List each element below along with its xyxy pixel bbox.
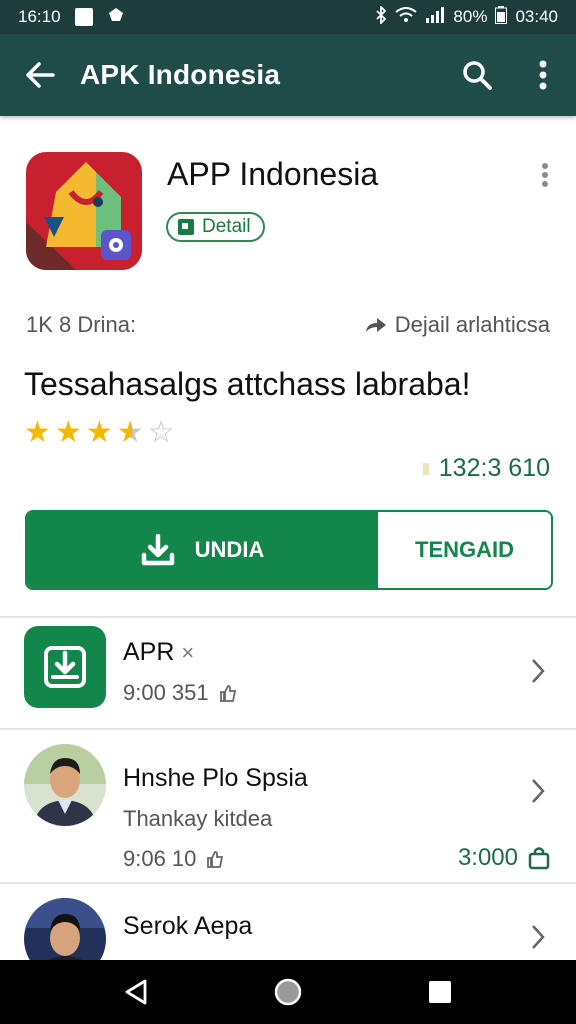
nav-back-button[interactable] xyxy=(106,962,166,1022)
app-bar-title: APK Indonesia xyxy=(80,59,281,90)
star-empty-icon: ☆ xyxy=(147,416,175,449)
system-nav-bar xyxy=(0,960,576,1024)
app-logo-icon xyxy=(26,152,142,270)
chevron-right-icon[interactable] xyxy=(526,656,550,686)
star-rating: ★ ★ ★ ★ ☆ xyxy=(24,418,175,448)
wifi-icon xyxy=(395,6,418,28)
list-item[interactable]: Serok Aepa xyxy=(0,884,576,966)
star-full-icon: ★ xyxy=(54,416,82,449)
list-item-meta-text: 9:00 351 xyxy=(123,680,209,705)
app-bar: APK Indonesia xyxy=(0,34,576,116)
detail-chip[interactable]: Detail xyxy=(166,212,265,242)
chevron-right-icon[interactable] xyxy=(526,922,550,952)
thumbs-up-icon xyxy=(207,851,224,868)
search-button[interactable] xyxy=(444,34,510,116)
avatar-man-icon xyxy=(24,898,106,966)
secondary-button-label: TENGAID xyxy=(415,537,514,562)
signal-icon xyxy=(425,6,445,28)
download-count: 132:3 610 xyxy=(422,454,550,483)
avatar-man-icon xyxy=(24,744,106,826)
action-buttons: UNDIA TENGAID xyxy=(25,510,553,590)
meta-right[interactable]: Dejail arlahticsa xyxy=(395,312,550,338)
download-button-label: UNDIA xyxy=(194,537,265,562)
nav-home-button[interactable] xyxy=(258,962,318,1022)
secondary-button[interactable]: TENGAID xyxy=(378,512,551,588)
chip-square-icon xyxy=(178,219,194,235)
meta-left: 1K 8 Drina: xyxy=(26,312,137,337)
share-arrow-icon xyxy=(365,318,386,332)
download-icon xyxy=(44,646,86,688)
back-button[interactable] xyxy=(0,34,80,116)
list-item-price[interactable]: 3:000 xyxy=(458,844,550,872)
app-notification-icon xyxy=(107,7,125,28)
list-item-subtitle: Thankay kitdea xyxy=(123,806,273,831)
chevron-right-icon[interactable] xyxy=(526,776,550,806)
list-item[interactable]: APR × 9:00 351 xyxy=(0,618,576,728)
bluetooth-icon xyxy=(375,4,387,29)
download-icon xyxy=(141,534,174,566)
back-arrow-icon xyxy=(26,62,55,88)
search-icon xyxy=(463,61,492,90)
list-item-title-text: APR xyxy=(123,638,175,666)
list-item-price-text: 3:000 xyxy=(457,844,518,871)
header-more-button[interactable] xyxy=(530,160,560,190)
star-full-icon: ★ xyxy=(24,416,51,449)
status-clock-right: 03:40 xyxy=(515,7,558,26)
more-vert-icon xyxy=(539,60,547,90)
list-item-meta: 9:06 10 xyxy=(123,846,224,872)
detail-chip-label: Detail xyxy=(202,216,251,237)
list-item-title: Serok Aepa xyxy=(123,912,253,940)
headline: Tessahasalgs attchass labraba! xyxy=(24,366,471,402)
list-item-meta-text: 9:06 10 xyxy=(123,846,197,871)
circle-home-icon xyxy=(274,978,302,1006)
shopping-bag-icon xyxy=(528,847,550,870)
app-header-card: APP Indonesia Detail 1K 8 Drina: Dejail … xyxy=(0,124,576,614)
thumbs-up-icon xyxy=(219,685,236,702)
list-item[interactable]: Hnshe Plo Spsia Thankay kitdea 9:06 10 3… xyxy=(0,730,576,882)
meta-row: 1K 8 Drina: Dejail arlahticsa xyxy=(26,312,550,338)
status-time: 16:10 xyxy=(18,7,61,26)
count-marker-icon xyxy=(422,462,429,475)
app-name: APP Indonesia xyxy=(167,156,379,192)
more-vert-icon xyxy=(542,163,548,187)
battery-text: 80% xyxy=(453,7,488,26)
close-icon: × xyxy=(181,640,195,665)
status-bar: 16:10 80% 03:40 xyxy=(0,0,576,34)
related-list: APR × 9:00 351 Hnshe Plo Spsia Thankay k… xyxy=(0,616,576,966)
count-value: 132:3 610 xyxy=(438,454,550,482)
nav-recents-button[interactable] xyxy=(410,962,470,1022)
download-button[interactable]: UNDIA xyxy=(27,512,378,588)
square-recents-icon xyxy=(429,981,451,1003)
list-item-title: Hnshe Plo Spsia xyxy=(123,764,308,792)
list-item-meta: 9:00 351 xyxy=(123,680,237,706)
notification-square-icon xyxy=(74,8,93,26)
star-half-icon: ★ xyxy=(116,416,144,449)
download-app-icon xyxy=(24,626,106,708)
battery-icon xyxy=(495,5,508,29)
star-full-icon: ★ xyxy=(85,416,113,449)
more-options-button[interactable] xyxy=(510,34,576,116)
triangle-back-icon xyxy=(125,979,147,1005)
list-item-title: APR × xyxy=(123,638,194,667)
